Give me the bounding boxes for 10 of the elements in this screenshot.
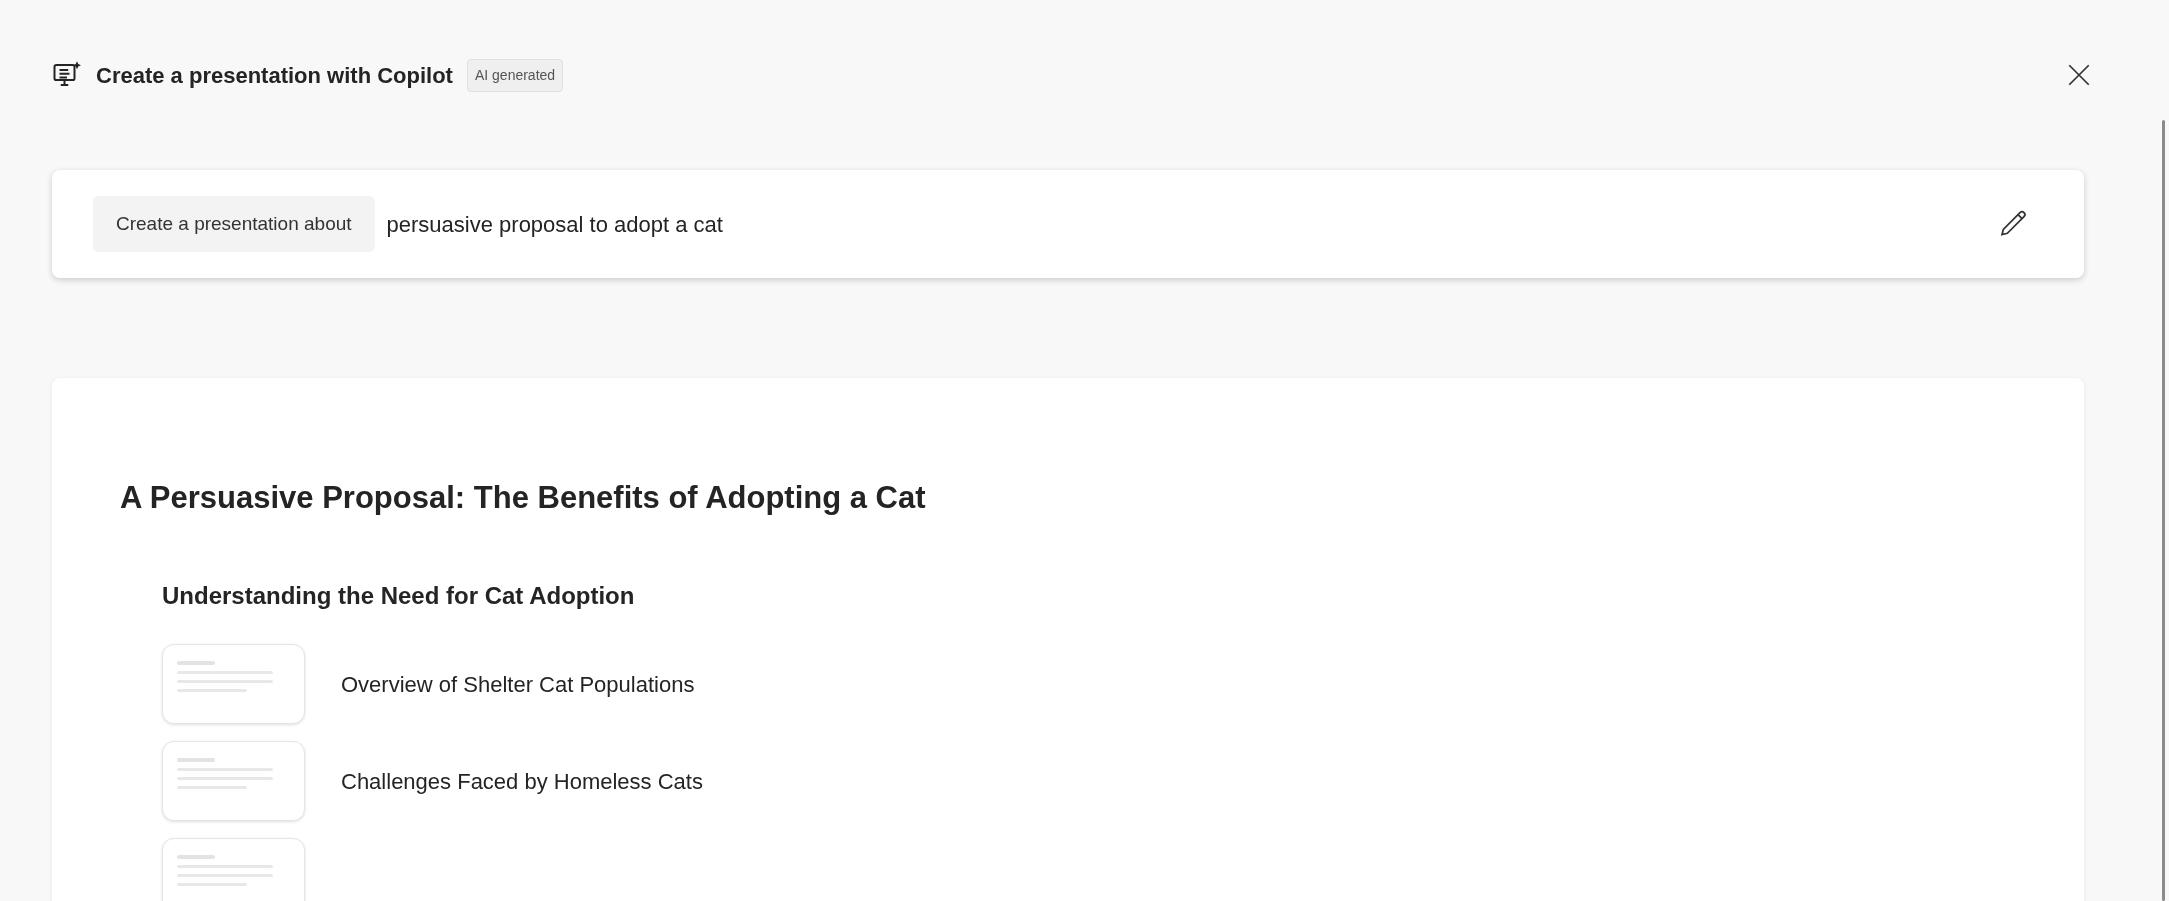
ai-generated-badge: AI generated: [466, 58, 564, 92]
presentation-title: A Persuasive Proposal: The Benefits of Adopting a Cat: [120, 479, 927, 517]
slide-title: Overview of Shelter Cat Populations: [341, 670, 695, 699]
close-icon: [2066, 62, 2092, 88]
dialog-title: Create a presentation with Copilot: [96, 61, 453, 90]
prompt-text: persuasive proposal to adopt a cat: [386, 210, 723, 239]
section-heading: Understanding the Need for Cat Adoption: [162, 581, 636, 611]
scrollbar[interactable]: [2162, 120, 2165, 901]
prompt-prefix-chip: Create a presentation about: [93, 195, 375, 253]
slide-title: Challenges Faced by Homeless Cats: [341, 767, 703, 796]
